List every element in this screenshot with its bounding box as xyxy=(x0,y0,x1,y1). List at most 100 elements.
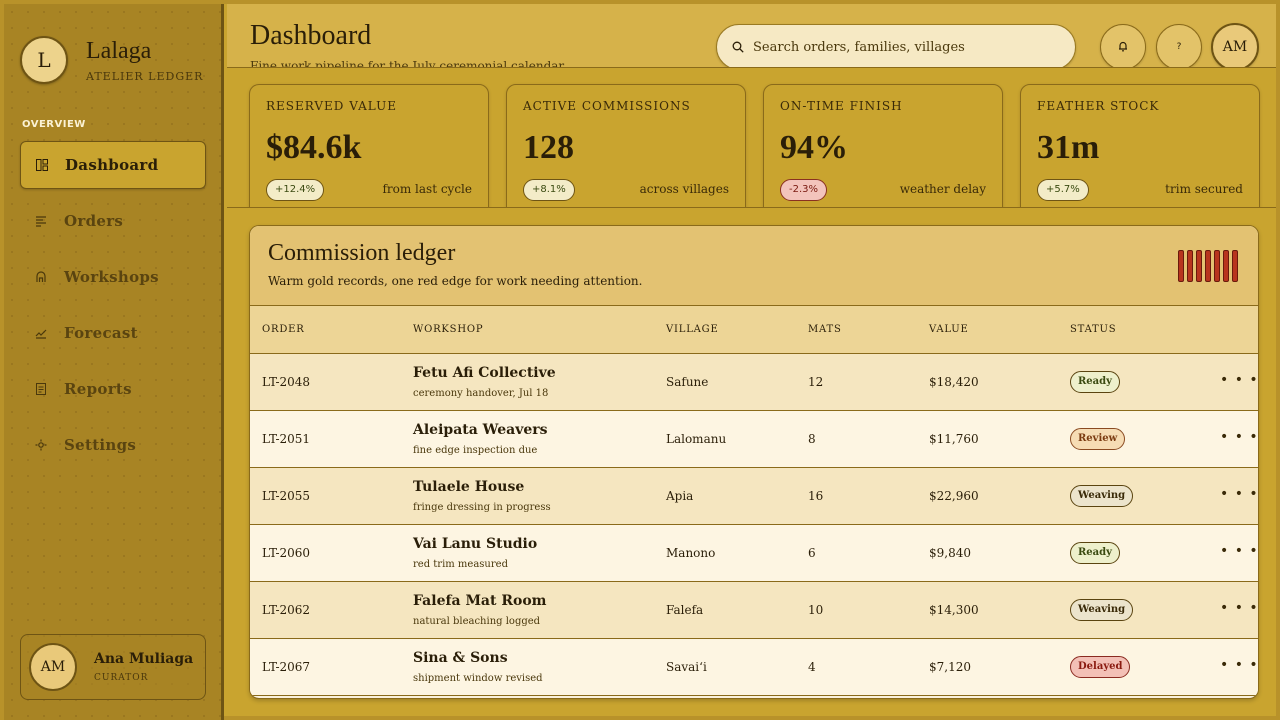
brand-logo: L xyxy=(20,36,68,84)
order-value: $14,300 xyxy=(929,603,979,617)
sidebar-item-orders[interactable]: Orders xyxy=(20,197,206,245)
kpi-note: across villages xyxy=(639,182,729,196)
kpi-value: 31m xyxy=(1037,129,1100,166)
kpi-band: RESERVED VALUE $84.6k +12.4% from last c… xyxy=(227,68,1276,208)
village: Savai‘i xyxy=(666,660,707,674)
sidebar-nav: Dashboard Orders Workshops Forecast Repo… xyxy=(20,141,206,477)
column-header-value[interactable]: VALUE xyxy=(929,324,969,335)
table-row[interactable]: LT-2067 Sina & Sons shipment window revise… xyxy=(250,639,1258,696)
kpi-change-badge: -2.3% xyxy=(780,179,828,201)
red-edge-ornament xyxy=(1178,250,1248,282)
sidebar-item-settings[interactable]: Settings xyxy=(20,421,206,469)
column-header-order[interactable]: ORDER xyxy=(262,324,305,335)
order-id: LT-2048 xyxy=(262,375,311,389)
user-card[interactable]: AM Ana Muliaga CURATOR xyxy=(20,634,206,700)
search-box[interactable] xyxy=(716,24,1076,67)
sidebar-item-label: Settings xyxy=(64,436,137,454)
status-badge: Ready xyxy=(1070,542,1120,564)
user-name: Ana Muliaga xyxy=(94,651,194,667)
workshop-name: Aleipata Weavers xyxy=(413,422,548,438)
top-header: Dashboard Fine work pipeline for the Jul… xyxy=(227,4,1276,68)
ornament-bar xyxy=(1196,250,1202,282)
help-icon: ? xyxy=(1176,42,1182,52)
ornament-bar xyxy=(1205,250,1211,282)
sidebar-item-label: Orders xyxy=(64,212,124,230)
table-row[interactable]: LT-2048 Fetu Afi Collective ceremony hando… xyxy=(250,354,1258,411)
mats-count: 8 xyxy=(808,432,816,446)
list-icon xyxy=(34,214,48,228)
village: Safune xyxy=(666,375,709,389)
more-actions-icon[interactable]: • • • xyxy=(1220,372,1258,388)
kpi-value: 94% xyxy=(780,129,848,166)
nav-heading: OVERVIEW xyxy=(22,119,86,130)
more-actions-icon[interactable]: • • • xyxy=(1220,543,1258,559)
ornament-bar xyxy=(1214,250,1220,282)
ornament-bar xyxy=(1223,250,1229,282)
ledger-header: Commission ledger Warm gold records, one… xyxy=(250,226,1258,306)
table-row[interactable]: LT-2062 Falefa Mat Room natural bleaching … xyxy=(250,582,1258,639)
kpi-card-on-time-finish: ON-TIME FINISH 94% -2.3% weather delay xyxy=(763,84,1003,207)
order-id: LT-2067 xyxy=(262,660,311,674)
more-actions-icon[interactable]: • • • xyxy=(1220,429,1258,445)
workshop-name: Fetu Afi Collective xyxy=(413,365,556,381)
kpi-card-feather-stock: FEATHER STOCK 31m +5.7% trim secured xyxy=(1020,84,1260,207)
kpi-change-badge: +8.1% xyxy=(523,179,575,201)
sidebar-item-label: Dashboard xyxy=(65,156,159,174)
village: Falefa xyxy=(666,603,704,617)
commission-ledger: Commission ledger Warm gold records, one… xyxy=(249,225,1259,699)
table-row[interactable]: LT-2060 Vai Lanu Studio red trim measured M… xyxy=(250,525,1258,582)
search-input[interactable] xyxy=(753,39,1053,55)
sidebar-item-reports[interactable]: Reports xyxy=(20,365,206,413)
kpi-label: RESERVED VALUE xyxy=(266,99,397,113)
order-id: LT-2060 xyxy=(262,546,311,560)
page-title: Dashboard xyxy=(250,20,372,51)
order-value: $7,120 xyxy=(929,660,971,674)
status-badge: Weaving xyxy=(1070,599,1134,621)
village: Manono xyxy=(666,546,716,560)
workshop-note: natural bleaching logged xyxy=(413,616,541,627)
status-badge: Weaving xyxy=(1070,485,1134,507)
sidebar-item-dashboard[interactable]: Dashboard xyxy=(20,141,206,189)
user-role: CURATOR xyxy=(94,673,149,683)
workshop-note: fringe dressing in progress xyxy=(413,502,551,513)
table-row[interactable]: LT-2051 Aleipata Weavers fine edge inspect… xyxy=(250,411,1258,468)
notifications-button[interactable] xyxy=(1100,24,1146,67)
mats-count: 16 xyxy=(808,489,824,503)
sidebar-item-forecast[interactable]: Forecast xyxy=(20,309,206,357)
help-button[interactable]: ? xyxy=(1156,24,1202,67)
kpi-value: $84.6k xyxy=(266,129,362,166)
order-value: $9,840 xyxy=(929,546,971,560)
brand: L Lalaga ATELIER LEDGER xyxy=(20,36,203,84)
more-actions-icon[interactable]: • • • xyxy=(1220,486,1258,502)
bell-icon xyxy=(1117,40,1129,55)
column-header-mats[interactable]: MATS xyxy=(808,324,842,335)
table-header: ORDER WORKSHOP VILLAGE MATS VALUE STATUS xyxy=(250,306,1258,354)
kpi-label: ON-TIME FINISH xyxy=(780,99,903,113)
sidebar-item-label: Reports xyxy=(64,380,132,398)
kpi-note: weather delay xyxy=(899,182,986,196)
brand-name: Lalaga xyxy=(86,37,152,64)
sidebar-item-workshops[interactable]: Workshops xyxy=(20,253,206,301)
column-header-workshop[interactable]: WORKSHOP xyxy=(413,324,483,335)
kpi-value: 128 xyxy=(523,129,574,166)
workshop-note: fine edge inspection due xyxy=(413,445,538,456)
workshop-note: ceremony handover, Jul 18 xyxy=(413,388,549,399)
more-actions-icon[interactable]: • • • xyxy=(1220,600,1258,616)
mats-count: 12 xyxy=(808,375,824,389)
column-header-status[interactable]: STATUS xyxy=(1070,324,1116,335)
gear-icon xyxy=(34,438,48,452)
ornament-bar xyxy=(1178,250,1184,282)
table-row[interactable]: LT-2055 Tulaele House fringe dressing in p… xyxy=(250,468,1258,525)
mats-count: 10 xyxy=(808,603,824,617)
status-badge: Delayed xyxy=(1070,656,1131,678)
header-avatar[interactable]: AM xyxy=(1211,23,1259,67)
trend-icon xyxy=(34,326,48,340)
avatar: AM xyxy=(29,643,77,691)
document-icon xyxy=(34,382,48,396)
order-id: LT-2062 xyxy=(262,603,311,617)
more-actions-icon[interactable]: • • • xyxy=(1220,657,1258,673)
sidebar-item-label: Workshops xyxy=(64,268,159,286)
column-header-village[interactable]: VILLAGE xyxy=(666,324,719,335)
house-icon xyxy=(34,270,48,284)
ornament-bar xyxy=(1232,250,1238,282)
